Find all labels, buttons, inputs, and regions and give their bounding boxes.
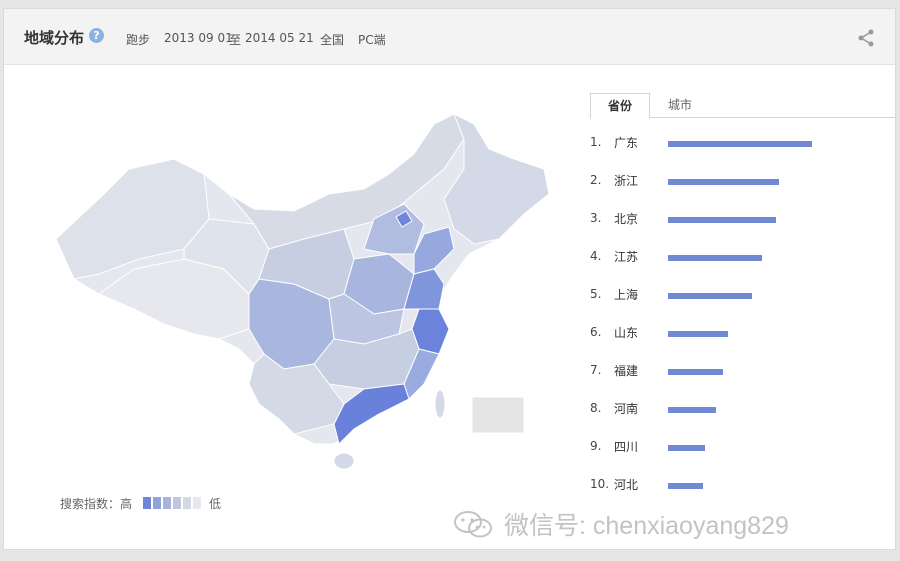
date-end: 2014 05 21 [245,31,314,45]
tab-bar: 省份 城市 [590,93,895,119]
legend-swatch [173,497,181,509]
province-name: 广东 [614,136,639,150]
keyword-label: 跑步 [126,33,151,47]
ranking-row[interactable]: 3. 北京 [590,199,890,237]
platform-label: PC端 [358,33,386,47]
watermark-text: 微信号: chenxiaoyang829 [504,512,789,540]
province-name: 河南 [614,402,639,416]
share-icon[interactable] [857,29,875,47]
province-name: 四川 [614,440,639,454]
ranking-row[interactable]: 4. 江苏 [590,237,890,275]
province-ranking: 1. 广东 2. 浙江 3. 北京 4. 江苏 5. 上海 6. 山东 7. 福建 8. 河南 9. 四川 10. 河… [590,123,890,503]
rank-number: 5. [590,287,602,301]
rank-number: 7. [590,363,602,377]
date-separator: 至 [229,33,242,47]
ranking-row[interactable]: 2. 浙江 [590,161,890,199]
ranking-bar [668,445,705,451]
ranking-bar [668,407,716,413]
legend-low-label: 低 [209,497,222,511]
province-name: 浙江 [614,174,639,188]
province-name: 山东 [614,326,639,340]
ranking-bar [668,179,779,185]
rank-number: 9. [590,439,602,453]
ranking-bar [668,369,723,375]
tab-city[interactable]: 城市 [660,93,700,117]
ranking-row[interactable]: 1. 广东 [590,123,890,161]
panel-header: 地域分布 ? 跑步 2013 09 01 至 2014 05 21 全国 PC端 [4,9,895,65]
province-name: 福建 [614,364,639,378]
province-name: 北京 [614,212,639,226]
ranking-row[interactable]: 5. 上海 [590,275,890,313]
ranking-bar [668,331,728,337]
legend-label: 搜索指数：高 [60,497,133,511]
legend-swatch [153,497,161,509]
map-region-taiwan [434,389,446,419]
wechat-icon [454,511,492,538]
ranking-bar [668,217,776,223]
legend-swatch [143,497,151,509]
rank-number: 3. [590,211,602,225]
ranking-row[interactable]: 7. 福建 [590,351,890,389]
tab-province[interactable]: 省份 [590,93,650,119]
province-name: 河北 [614,478,639,492]
rank-number: 4. [590,249,602,263]
legend-swatch [193,497,201,509]
ranking-bar [668,141,812,147]
rank-number: 1. [590,135,602,149]
ranking-bar [668,255,762,261]
rank-number: 8. [590,401,602,415]
help-icon[interactable]: ? [89,28,104,43]
date-start: 2013 09 01 [164,31,233,45]
rank-number: 2. [590,173,602,187]
legend-swatch [183,497,191,509]
province-name: 江苏 [614,250,639,264]
ranking-row[interactable]: 6. 山东 [590,313,890,351]
region-distribution-panel: 地域分布 ? 跑步 2013 09 01 至 2014 05 21 全国 PC端 [3,8,896,550]
province-name: 上海 [614,288,639,302]
ranking-bar [668,483,703,489]
map-inset-south-china-sea [471,396,525,434]
rank-number: 6. [590,325,602,339]
ranking-row[interactable]: 10. 河北 [590,465,890,503]
panel-title: 地域分布 [24,29,85,47]
ranking-bar [668,293,752,299]
ranking-row[interactable]: 9. 四川 [590,427,890,465]
legend-swatches [143,497,203,509]
legend-swatch [163,497,171,509]
rank-number: 10. [590,477,610,491]
region-label: 全国 [320,33,345,47]
map-region-hainan [333,452,355,470]
ranking-row[interactable]: 8. 河南 [590,389,890,427]
china-map[interactable] [44,99,564,489]
